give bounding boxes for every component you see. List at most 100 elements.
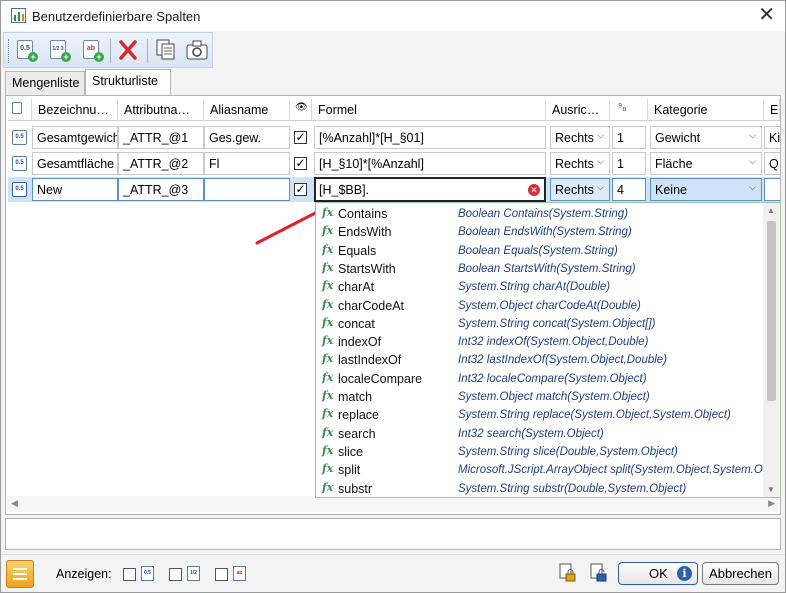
copy-button[interactable]	[154, 38, 178, 62]
show-text-checkbox[interactable]	[215, 568, 228, 581]
method-signature: System.String concat(System.Object[])	[458, 317, 656, 330]
header-bezeichnung[interactable]: Bezeichnu…	[32, 99, 118, 121]
autocomplete-item[interactable]: fx split Microsoft.JScript.ArrayObject spl…	[316, 461, 769, 479]
method-signature: System.Object charCodeAt(Double)	[458, 299, 641, 312]
autocomplete-item[interactable]: fx charCodeAt System.Object charCodeAt(Dou…	[316, 297, 764, 315]
sort-number-icon: ⁹₈	[618, 102, 627, 113]
header-attributname[interactable]: Attributna…	[118, 99, 204, 121]
autocomplete-item[interactable]: fx concat System.String concat(System.Obje…	[316, 315, 764, 333]
scroll-up-icon[interactable]: ▲	[767, 206, 775, 215]
cell-ausrichtung[interactable]: Rechts ⌵	[550, 152, 610, 175]
cell-kategorie[interactable]: Fläche ⌵	[650, 152, 762, 175]
delete-button[interactable]	[116, 38, 140, 62]
method-name: match	[338, 390, 373, 404]
method-name: split	[338, 463, 361, 478]
header-aliasname[interactable]: Aliasname	[204, 99, 290, 121]
lock-file-button[interactable]	[557, 563, 577, 583]
add-icon: +	[94, 52, 104, 62]
cell-ausrichtung[interactable]: Rechts ⌵	[550, 178, 610, 201]
info-icon: i	[677, 566, 692, 581]
add-icon: +	[28, 52, 38, 62]
function-icon: fx	[322, 315, 334, 329]
visible-checkbox[interactable]: ✓	[294, 131, 307, 144]
cell-attribut[interactable]: _ATTR_@1	[118, 126, 204, 149]
error-icon: ✕	[528, 184, 540, 196]
autocomplete-item[interactable]: fx EndsWith Boolean EndsWith(System.String…	[316, 223, 764, 241]
autocomplete-item[interactable]: fx Equals Boolean Equals(System.String)	[316, 242, 764, 260]
scroll-thumb[interactable]	[767, 221, 776, 401]
screenshot-button[interactable]	[185, 38, 209, 62]
menu-icon-bar	[13, 573, 27, 575]
method-name: search	[338, 426, 376, 441]
method-signature: Boolean Contains(System.String)	[458, 208, 629, 220]
dialog-window: Benutzerdefinierbare Spalten ✕ 0.5 + 1/2…	[0, 0, 786, 593]
function-icon: fx	[322, 242, 334, 256]
autocomplete-item[interactable]: fx replace System.String replace(System.Ob…	[316, 406, 764, 424]
app-icon	[11, 8, 26, 23]
cell-bezeichnung[interactable]: New	[32, 178, 118, 201]
cell-attribut[interactable]: _ATTR_@2	[118, 152, 204, 175]
method-name: charCodeAt	[338, 298, 405, 313]
method-signature: Int32 lastIndexOf(System.Object,Double)	[458, 354, 668, 367]
horizontal-scrollbar[interactable]: ◀ ▶	[7, 496, 779, 512]
cell-alias[interactable]: Fl	[204, 152, 290, 175]
new-column-button[interactable]: 0.5 +	[14, 38, 38, 62]
scroll-down-icon[interactable]: ▼	[767, 485, 775, 494]
autocomplete-item[interactable]: fx Contains Boolean Contains(System.String…	[316, 205, 764, 223]
visible-checkbox[interactable]: ✓	[294, 157, 307, 170]
method-signature: Microsoft.JScript.ArrayObject split(Syst…	[458, 464, 770, 477]
cancel-button[interactable]: Abbrechen	[702, 562, 779, 585]
cell-attribut[interactable]: _ATTR_@3	[118, 178, 204, 201]
close-icon[interactable]: ✕	[758, 5, 775, 25]
cell-nummer[interactable]: 1	[612, 126, 646, 149]
autocomplete-item[interactable]: fx search Int32 search(System.Object)	[316, 425, 764, 443]
cell-ei[interactable]	[764, 178, 780, 201]
autocomplete-item[interactable]: fx charAt System.String charAt(Double)	[316, 278, 764, 296]
cell-formel[interactable]: [H_§10]*[%Anzahl]	[314, 152, 546, 175]
cell-alias[interactable]: Ges.gew.	[204, 126, 290, 149]
autocomplete-item[interactable]: fx indexOf Int32 indexOf(System.Object,Dou…	[316, 333, 764, 351]
unlock-file-button[interactable]	[588, 563, 608, 583]
cell-ausrichtung[interactable]: Rechts ⌵	[550, 126, 610, 149]
method-signature: Int32 localeCompare(System.Object)	[458, 372, 647, 385]
anzeigen-label: Anzeigen:	[56, 567, 112, 581]
cell-bezeichnung[interactable]: Gesamtgewicht	[32, 126, 118, 149]
description-field[interactable]	[5, 518, 781, 550]
cell-kategorie[interactable]: Gewicht ⌵	[650, 126, 762, 149]
formel-editor[interactable]: [H_$BB]. ✕	[314, 177, 546, 202]
autocomplete-item[interactable]: fx lastIndexOf Int32 lastIndexOf(System.Ob…	[316, 351, 764, 369]
method-signature: System.Object match(System.Object)	[458, 391, 650, 403]
cell-nummer[interactable]: 1	[612, 152, 646, 175]
function-icon: fx	[322, 206, 334, 219]
visible-checkbox[interactable]: ✓	[294, 183, 307, 196]
show-integer-checkbox[interactable]	[169, 568, 182, 581]
method-signature: System.String substr(Double,System.Objec…	[458, 482, 687, 495]
tab-strukturliste[interactable]: Strukturliste	[85, 69, 171, 95]
cell-kategorie[interactable]: Keine ⌵	[650, 178, 762, 201]
cell-ei[interactable]: Q	[764, 152, 780, 175]
cell-ei[interactable]: Ki	[764, 126, 780, 149]
header-kategorie[interactable]: Kategorie	[648, 99, 764, 121]
cell-formel[interactable]: [%Anzahl]*[H_§01]	[314, 126, 546, 149]
autocomplete-item[interactable]: fx StartsWith Boolean StartsWith(System.St…	[316, 260, 764, 278]
header-visible[interactable]: 👁	[290, 99, 312, 121]
options-button[interactable]	[6, 560, 34, 588]
show-numeric-checkbox[interactable]	[123, 568, 136, 581]
cell-bezeichnung[interactable]: Gesamtfläche	[32, 152, 118, 175]
cell-nummer[interactable]: 4	[612, 178, 646, 201]
autocomplete-item[interactable]: fx localeCompare Int32 localeCompare(Syste…	[316, 370, 764, 388]
autocomplete-item[interactable]: fx match System.Object match(System.Object…	[316, 388, 764, 406]
tab-mengenliste[interactable]: Mengenliste	[5, 71, 85, 95]
new-text-column-button[interactable]: ab +	[80, 38, 104, 62]
autocomplete-item[interactable]: fx slice System.String slice(Double,System…	[316, 443, 764, 461]
header-ei[interactable]: Ei	[764, 99, 780, 121]
header-ausrichtung[interactable]: Ausric…	[546, 99, 610, 121]
ok-button[interactable]: OK i	[618, 562, 698, 585]
header-nummer[interactable]: ⁹₈	[610, 99, 648, 121]
vertical-scrollbar[interactable]: ▲ ▼	[763, 203, 780, 497]
header-formel[interactable]: Formel	[312, 99, 546, 121]
autocomplete-item[interactable]: fx substr System.String substr(Double,Syst…	[316, 480, 764, 498]
scroll-left-icon[interactable]: ◀	[11, 498, 18, 509]
new-numeric-column-button[interactable]: 1/2 3 +	[47, 38, 71, 62]
scroll-right-icon[interactable]: ▶	[768, 498, 775, 509]
